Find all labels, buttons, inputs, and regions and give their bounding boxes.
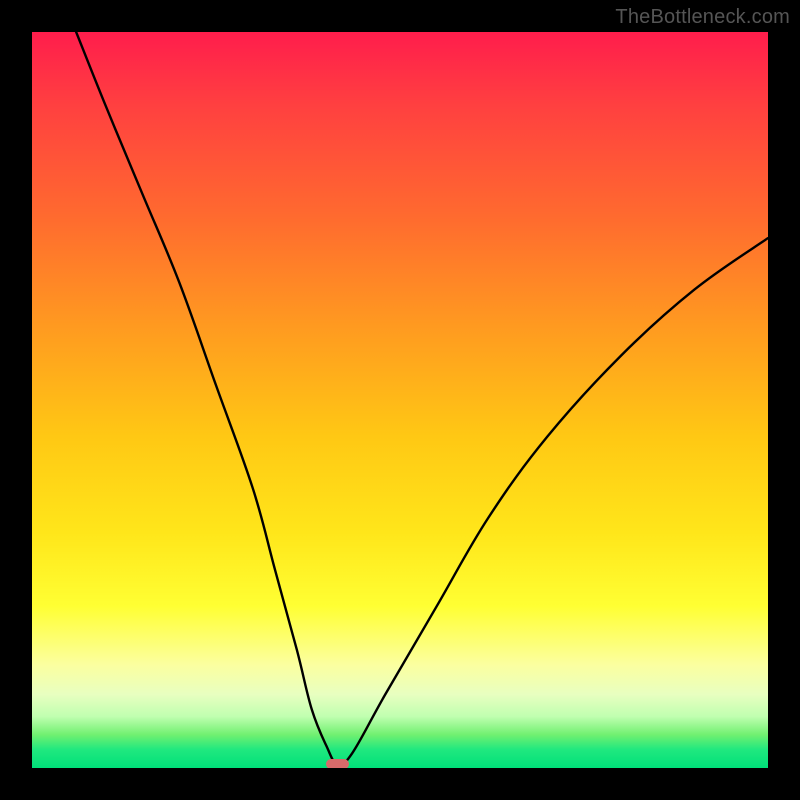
watermark-text: TheBottleneck.com [615,6,790,29]
bottleneck-gradient-background [32,32,768,768]
chart-frame: TheBottleneck.com [0,0,800,800]
plot-area [32,32,768,768]
optimal-point-marker [326,759,350,768]
